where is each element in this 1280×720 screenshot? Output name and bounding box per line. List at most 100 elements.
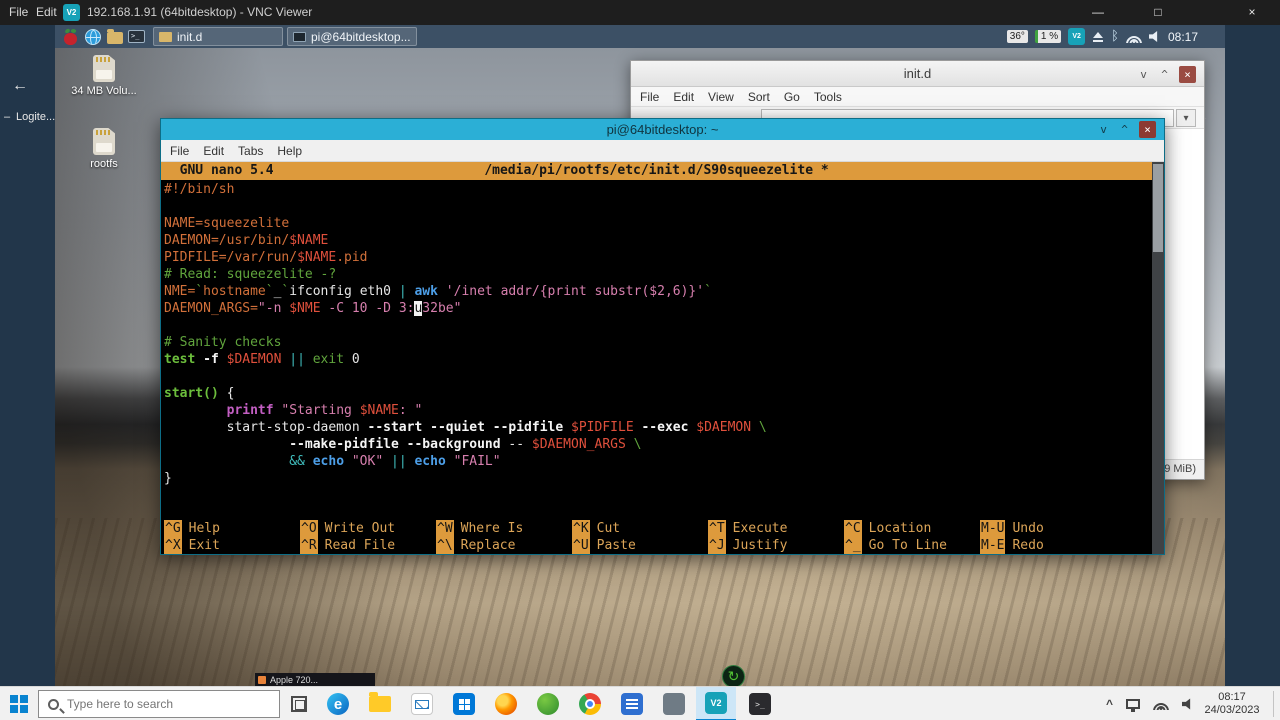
terminal-menu-help[interactable]: Help	[277, 144, 302, 158]
desktop-icon-rootfs[interactable]: rootfs	[59, 128, 149, 170]
terminal-titlebar[interactable]: pi@64bitdesktop: ~ v ^ ×	[161, 119, 1164, 140]
dash-icon: –	[4, 111, 10, 123]
nano-text-area[interactable]: #!/bin/sh NAME=squeezeliteDAEMON=/usr/bi…	[164, 181, 1150, 487]
tray-expand-icon[interactable]: ^	[1106, 697, 1113, 711]
wifi-icon[interactable]	[1126, 31, 1142, 43]
nano-shortcut: ^OWrite Out	[300, 520, 436, 537]
sd-card-icon	[93, 128, 115, 155]
bluetooth-icon[interactable]: ᛒ	[1111, 30, 1119, 43]
store-icon	[453, 693, 475, 715]
blue-app-icon	[621, 693, 643, 715]
terminal-window: pi@64bitdesktop: ~ v ^ × File Edit Tabs …	[160, 118, 1165, 555]
close-button[interactable]: ×	[1179, 66, 1196, 83]
folder-icon	[369, 696, 391, 712]
close-button[interactable]: ×	[1139, 121, 1156, 138]
nano-shortcut: M-ERedo	[980, 537, 1116, 554]
terminal-menu-file[interactable]: File	[170, 144, 189, 158]
taskbar-green-app[interactable]	[528, 687, 568, 720]
fm-menu-go[interactable]: Go	[784, 90, 800, 104]
system-tray: ^	[1106, 687, 1194, 720]
firefox-icon	[495, 693, 517, 715]
clock-date: 24/03/2023	[1196, 704, 1268, 717]
refresh-circle-icon[interactable]: ↻	[722, 665, 745, 688]
scrollbar-thumb[interactable]	[1153, 164, 1163, 252]
taskbar-window-terminal[interactable]: pi@64bitdesktop...	[287, 27, 417, 46]
minimize-button[interactable]: ^	[1156, 66, 1173, 83]
nano-shortcut: ^GHelp	[164, 520, 300, 537]
vnc-menu-edit[interactable]: Edit	[36, 5, 57, 19]
chrome-icon	[579, 693, 601, 715]
fm-window-title: init.d	[631, 66, 1204, 81]
raspberry-menu-icon[interactable]	[61, 27, 80, 46]
show-desktop-button[interactable]	[1273, 691, 1274, 717]
fm-menu-view[interactable]: View	[708, 90, 734, 104]
nano-shortcut: ^\Replace	[436, 537, 572, 554]
cpu-usage-widget: 1 %	[1035, 30, 1061, 43]
gray-app-icon	[663, 693, 685, 715]
fm-menu-file[interactable]: File	[640, 90, 659, 104]
browser-icon[interactable]	[83, 27, 102, 46]
taskbar-store[interactable]	[444, 687, 484, 720]
taskbar-edge[interactable]: e	[318, 687, 358, 720]
search-input[interactable]	[67, 697, 247, 711]
search-icon	[48, 699, 59, 710]
terminal-icon	[293, 32, 306, 42]
windows-clock[interactable]: 08:17 24/03/2023	[1196, 691, 1268, 717]
vnc-server-tray-icon[interactable]: V2	[1068, 28, 1085, 45]
bookmark-fragment[interactable]: Logite...	[16, 111, 55, 123]
chevron-down-icon[interactable]: ▾	[1176, 109, 1196, 127]
nano-shortcut-row: ^GHelp^OWrite Out^WWhere Is^KCut^TExecut…	[164, 520, 1150, 537]
fm-titlebar[interactable]: init.d v ^ ×	[631, 61, 1204, 87]
taskbar-dark-app[interactable]: >_	[740, 687, 780, 720]
close-button[interactable]: ×	[1242, 3, 1262, 21]
taskbar-blue-app[interactable]	[612, 687, 652, 720]
media-app-icon	[258, 676, 266, 684]
fm-menu-sort[interactable]: Sort	[748, 90, 770, 104]
start-button[interactable]	[10, 695, 28, 713]
vnc-viewer-titlebar[interactable]: File Edit V2 192.168.1.91 (64bitdesktop)…	[0, 0, 1280, 25]
taskbar-window-label: init.d	[177, 30, 202, 44]
vnc-icon: V2	[705, 692, 727, 714]
terminal-menu-tabs[interactable]: Tabs	[238, 144, 263, 158]
nano-shortcut-row: ^XExit^RRead File^\Replace^UPaste^JJusti…	[164, 537, 1150, 554]
terminal-scrollbar[interactable]	[1152, 162, 1164, 554]
taskbar-window-initd[interactable]: init.d	[153, 27, 283, 46]
taskbar-gray-app[interactable]	[654, 687, 694, 720]
nano-shortcut: ^RRead File	[300, 537, 436, 554]
nano-titlebar: GNU nano 5.4 /media/pi/rootfs/etc/init.d…	[161, 162, 1152, 180]
folder-icon	[159, 32, 172, 42]
display-tray-icon[interactable]	[1126, 699, 1140, 709]
eject-icon[interactable]	[1092, 31, 1104, 43]
file-manager-icon[interactable]	[105, 27, 124, 46]
shade-button[interactable]: v	[1095, 121, 1112, 138]
network-tray-icon[interactable]	[1153, 698, 1169, 710]
minimize-button[interactable]: ^	[1116, 121, 1133, 138]
terminal-menu-edit[interactable]: Edit	[203, 144, 224, 158]
nano-editor[interactable]: GNU nano 5.4 /media/pi/rootfs/etc/init.d…	[161, 162, 1164, 554]
minimize-button[interactable]: —	[1088, 3, 1108, 21]
fm-menu-tools[interactable]: Tools	[814, 90, 842, 104]
nano-shortcut: ^TExecute	[708, 520, 844, 537]
vnc-menu-file[interactable]: File	[9, 5, 28, 19]
taskbar-firefox[interactable]	[486, 687, 526, 720]
desktop-icon-volume[interactable]: 34 MB Volu...	[59, 55, 149, 97]
taskbar-file-explorer[interactable]	[360, 687, 400, 720]
taskbar-mail[interactable]	[402, 687, 442, 720]
pi-clock[interactable]: 08:17	[1168, 30, 1198, 44]
dark-app-icon: >_	[749, 693, 771, 715]
maximize-button[interactable]: □	[1148, 3, 1168, 21]
fm-menu-edit[interactable]: Edit	[673, 90, 694, 104]
task-view-button[interactable]	[291, 696, 307, 712]
volume-icon[interactable]	[1149, 31, 1161, 43]
nano-shortcut: ^KCut	[572, 520, 708, 537]
nano-shortcut: M-UUndo	[980, 520, 1116, 537]
taskbar-vnc-viewer[interactable]: V2	[696, 687, 736, 720]
pi-taskbar: >_ init.d pi@64bitdesktop... 36° 1 % V2 …	[55, 25, 1225, 48]
search-box[interactable]	[38, 690, 280, 718]
back-arrow-icon[interactable]: ←	[12, 77, 28, 95]
background-window-fragment[interactable]: Apple 720...	[255, 673, 375, 686]
shade-button[interactable]: v	[1135, 66, 1152, 83]
terminal-icon[interactable]: >_	[127, 27, 146, 46]
volume-tray-icon[interactable]	[1182, 698, 1194, 710]
taskbar-chrome[interactable]	[570, 687, 610, 720]
